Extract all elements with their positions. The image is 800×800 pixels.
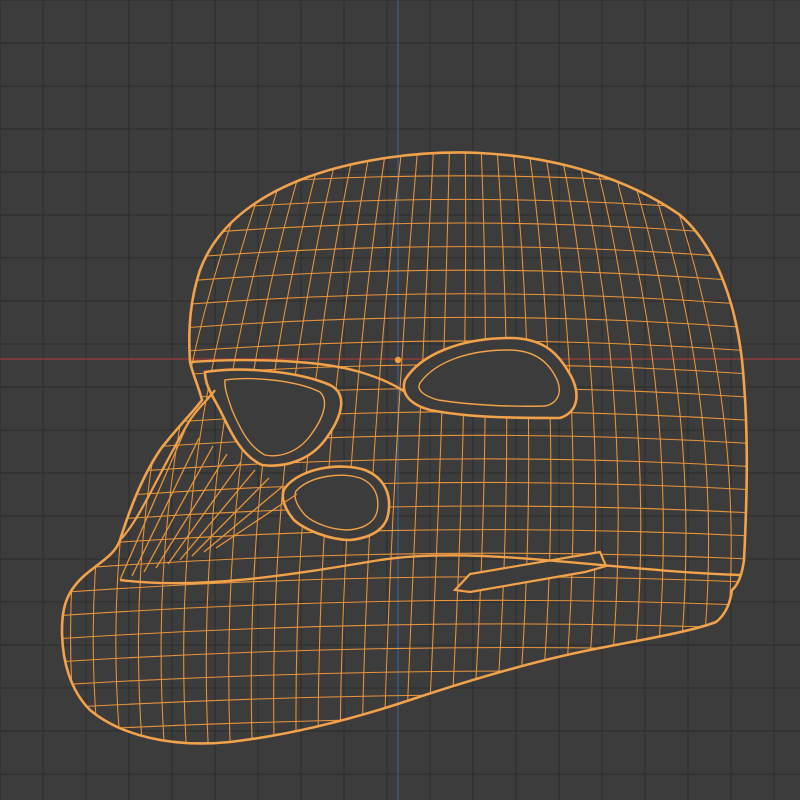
- viewport-canvas[interactable]: [0, 0, 800, 800]
- mesh-edge: [62, 599, 747, 618]
- mesh-edges: [62, 152, 747, 744]
- mesh-edge: [360, 152, 404, 744]
- mesh-edge: [542, 152, 574, 744]
- floor-grid: [0, 0, 800, 800]
- snout-rib: [203, 485, 284, 553]
- mesh-edge: [62, 741, 747, 744]
- mesh-edge: [446, 152, 467, 744]
- mesh-edge: [62, 293, 747, 319]
- mesh-edge: [527, 152, 552, 744]
- mesh-edge: [62, 670, 747, 687]
- mesh-edge: [62, 434, 747, 457]
- snout-rib: [143, 445, 214, 573]
- mesh-edge: [558, 152, 597, 744]
- mesh-edge: [62, 316, 747, 342]
- mesh-edge: [468, 152, 486, 744]
- mesh-edge: [62, 694, 747, 710]
- mesh-silhouette: [60, 151, 749, 745]
- mesh-edge: [62, 222, 747, 250]
- mesh-edge: [62, 481, 747, 503]
- mesh-edge: [636, 152, 710, 744]
- mesh-edge: [382, 152, 419, 744]
- mesh-edge: [92, 152, 217, 744]
- snout-rib: [167, 461, 242, 565]
- helmet-wireframe-mesh[interactable]: [40, 140, 790, 790]
- mesh-edge: [62, 246, 747, 273]
- mesh-edge: [605, 152, 664, 744]
- mesh-edge: [62, 576, 747, 595]
- mesh-edge: [489, 152, 508, 744]
- mesh-edge: [589, 152, 642, 744]
- mesh-edge: [70, 152, 201, 744]
- object-origin-dot[interactable]: [394, 356, 402, 364]
- mesh-edge: [62, 717, 747, 733]
- 3d-viewport[interactable]: [0, 0, 800, 800]
- mesh-edge: [62, 646, 747, 664]
- mesh-edge: [295, 152, 357, 744]
- mesh-edge: [511, 152, 530, 744]
- mesh-edge: [573, 152, 619, 744]
